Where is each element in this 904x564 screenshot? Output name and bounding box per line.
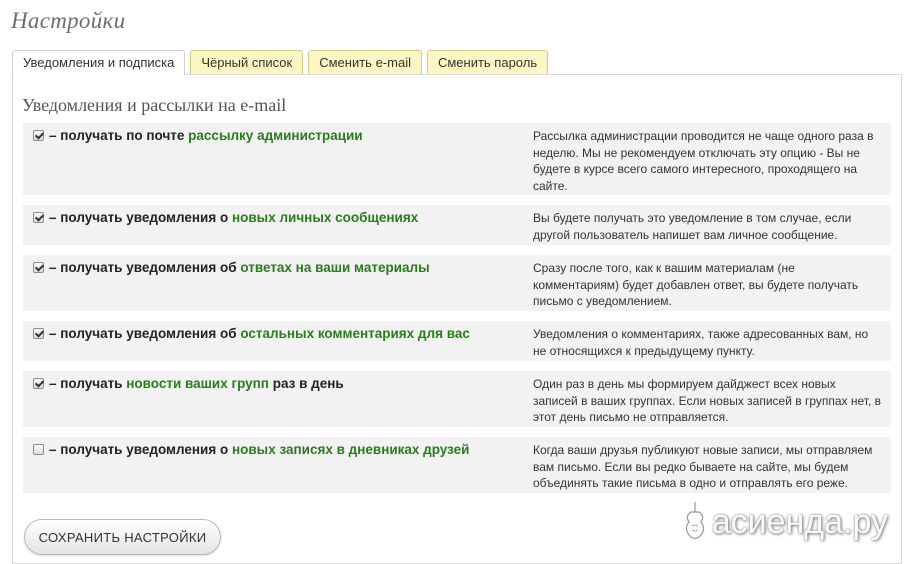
watermark-text: асиенда.ру bbox=[711, 502, 888, 541]
option-label[interactable]: – получать новости ваших групп раз в ден… bbox=[49, 376, 344, 392]
option-description: Вы будете получать это уведомление в том… bbox=[533, 211, 852, 242]
option-description: Сразу после того, как к вашим материалам… bbox=[533, 261, 859, 308]
tab-blacklist[interactable]: Чёрный список bbox=[190, 50, 304, 74]
section-title: Уведомления и рассылки на e-mail bbox=[22, 95, 287, 115]
option-checkbox[interactable] bbox=[33, 378, 44, 389]
option-other-comments: – получать уведомления об остальных комм… bbox=[23, 321, 891, 361]
option-description: Один раз в день мы формируем дайджест вс… bbox=[533, 377, 881, 424]
option-checkbox[interactable] bbox=[33, 262, 44, 273]
option-replies: – получать уведомления об ответах на ваш… bbox=[23, 255, 891, 311]
page-title: Настройки bbox=[11, 8, 126, 33]
site-watermark: асиенда.ру bbox=[682, 500, 888, 544]
violin-icon bbox=[685, 502, 704, 540]
option-label[interactable]: – получать по почте рассылку администрац… bbox=[49, 128, 363, 144]
option-checkbox[interactable] bbox=[33, 328, 44, 339]
tab-change-password[interactable]: Сменить пароль bbox=[426, 50, 549, 74]
option-checkbox[interactable] bbox=[33, 444, 44, 455]
option-description: Рассылка администрации проводится не чащ… bbox=[533, 129, 874, 193]
tab-change-email[interactable]: Сменить e-mail bbox=[308, 50, 422, 74]
option-checkbox[interactable] bbox=[33, 212, 44, 223]
tab-notifications[interactable]: Уведомления и подписка bbox=[12, 50, 186, 75]
option-admin-mailing: – получать по почте рассылку администрац… bbox=[23, 123, 891, 195]
option-friends-diaries: – получать уведомления о новых записях в… bbox=[23, 437, 891, 493]
settings-tabs: Уведомления и подписка Чёрный список Сме… bbox=[12, 50, 549, 75]
option-label[interactable]: – получать уведомления о новых личных со… bbox=[49, 210, 418, 226]
option-description: Уведомления о комментариях, также адресо… bbox=[533, 327, 869, 358]
option-group-news: – получать новости ваших групп раз в ден… bbox=[23, 371, 891, 427]
option-label[interactable]: – получать уведомления об остальных комм… bbox=[49, 326, 470, 342]
save-settings-button[interactable]: СОХРАНИТЬ НАСТРОЙКИ bbox=[24, 519, 221, 555]
option-checkbox[interactable] bbox=[33, 130, 44, 141]
option-description: Когда ваши друзья публикуют новые записи… bbox=[533, 443, 873, 490]
option-label[interactable]: – получать уведомления об ответах на ваш… bbox=[49, 260, 430, 276]
option-label[interactable]: – получать уведомления о новых записях в… bbox=[49, 442, 469, 458]
notification-options: – получать по почте рассылку администрац… bbox=[23, 123, 891, 503]
option-private-messages: – получать уведомления о новых личных со… bbox=[23, 205, 891, 245]
